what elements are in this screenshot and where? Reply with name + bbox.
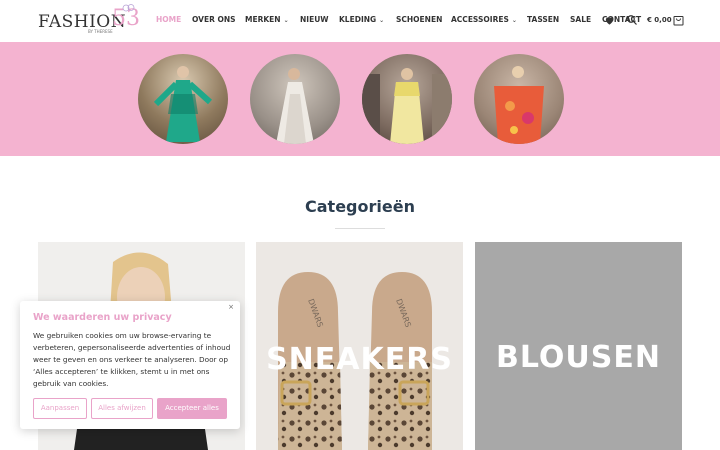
cookie-text: We gebruiken cookies om uw browse-ervari… — [33, 331, 231, 388]
hero-banner — [0, 42, 720, 156]
nav-schoenen[interactable]: SCHOENEN — [396, 15, 442, 24]
orange-kimono-figure — [494, 66, 544, 144]
nav-kleding[interactable]: KLEDING ⌄ — [339, 15, 384, 24]
outfit-photo[interactable] — [474, 54, 564, 144]
nav-nieuw[interactable]: NIEUW — [300, 15, 329, 24]
close-icon[interactable]: × — [228, 303, 234, 311]
site-header: FASHION 53 BY THERESE HOME OVER ONS MERK… — [0, 0, 720, 42]
nav-tassen[interactable]: TASSEN — [527, 15, 559, 24]
category-label: BLOUSEN — [496, 340, 661, 375]
chevron-down-icon: ⌄ — [379, 17, 385, 24]
cookie-title: We waarderen uw privacy — [33, 312, 172, 323]
nav-home[interactable]: HOME — [156, 15, 181, 24]
category-card[interactable]: BLOUSEN — [475, 242, 682, 450]
cart-icon[interactable] — [673, 14, 684, 26]
cart-amount[interactable]: € 0,00 — [647, 16, 672, 24]
yellow-dress-figure — [362, 68, 452, 144]
nav-accessoires[interactable]: ACCESSOIRES ⌄ — [451, 15, 517, 24]
section-title: Categorieën — [305, 197, 415, 216]
nav-over-ons[interactable]: OVER ONS — [192, 15, 236, 24]
logo-subtitle: BY THERESE — [88, 29, 113, 34]
site-logo[interactable]: FASHION 53 BY THERESE — [38, 4, 140, 36]
outfit-photo[interactable] — [138, 54, 228, 144]
white-dress-figure — [276, 68, 314, 144]
heart-icon[interactable] — [604, 15, 615, 26]
reject-all-button[interactable]: Alles afwijzen — [91, 398, 153, 419]
logo-flower-icon — [122, 4, 135, 12]
chevron-down-icon: ⌄ — [283, 17, 289, 24]
accept-all-button[interactable]: Accepteer alles — [157, 398, 227, 419]
category-label: SNEAKERS — [266, 342, 453, 377]
outfit-photo[interactable] — [250, 54, 340, 144]
outfit-photo[interactable] — [362, 54, 452, 144]
cookie-consent-dialog: × We waarderen uw privacy We gebruiken c… — [20, 301, 240, 429]
search-icon[interactable] — [626, 14, 638, 26]
customize-button[interactable]: Aanpassen — [33, 398, 87, 419]
nav-sale[interactable]: SALE — [570, 15, 591, 24]
title-divider — [335, 228, 385, 229]
green-dress-figure — [153, 66, 213, 142]
chevron-down-icon: ⌄ — [511, 17, 517, 24]
category-card[interactable]: DWARS DWARS SNEAKERS — [256, 242, 463, 450]
nav-merken[interactable]: MERKEN ⌄ — [245, 15, 289, 24]
